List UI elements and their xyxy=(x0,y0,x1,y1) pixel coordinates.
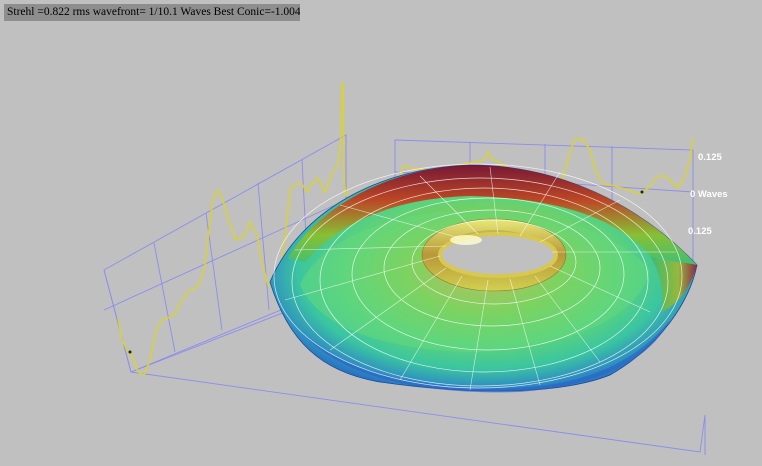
wavefront-surface[interactable] xyxy=(269,163,698,393)
axis-label-top: 0.125 xyxy=(698,152,722,163)
axis-label-zero: 0 Waves xyxy=(690,189,728,200)
wavefront-3d-plot[interactable]: 0.125 0 Waves 0.125 xyxy=(0,0,762,466)
axis-label-bottom: 0.125 xyxy=(688,226,712,237)
